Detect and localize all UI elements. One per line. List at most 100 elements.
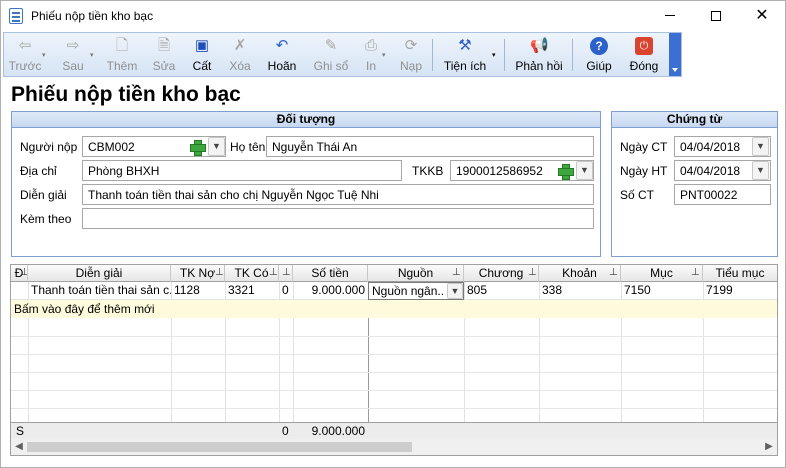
toolbar-separator bbox=[572, 39, 573, 71]
posting-date-dropdown[interactable]: ▼ bbox=[752, 161, 769, 180]
pin-icon[interactable]: ⊥ bbox=[528, 265, 537, 281]
toolbar-edit-label: Sửa bbox=[152, 59, 176, 73]
toolbar-utilities-button[interactable]: ⚒ Tiện ích ▾ bbox=[440, 33, 496, 76]
add-tkkb-icon[interactable] bbox=[556, 162, 574, 180]
column-header-amount[interactable]: Số tiền bbox=[293, 265, 368, 282]
column-header-blank[interactable]: ⊥ bbox=[279, 265, 293, 282]
grid-line bbox=[11, 372, 777, 373]
toolbar-help-button[interactable]: ? Giúp bbox=[582, 33, 616, 76]
pin-icon[interactable]: ⊥ bbox=[452, 265, 461, 281]
horizontal-scrollbar[interactable]: ◀ ▶ bbox=[11, 439, 777, 455]
voucher-number-field[interactable]: PNT00022 bbox=[674, 184, 771, 205]
minimize-button[interactable] bbox=[647, 1, 693, 31]
toolbar-undo-button[interactable]: ↶ Hoãn bbox=[262, 33, 302, 76]
cell-description[interactable]: Thanh toán tiền thai sản c... bbox=[28, 282, 171, 299]
column-header-d[interactable]: Đ ⊥ bbox=[11, 265, 28, 282]
chevron-down-icon[interactable]: ▾ bbox=[90, 51, 94, 59]
column-header-chapter[interactable]: Chương ⊥ bbox=[464, 265, 539, 282]
toolbar-delete-label: Xóa bbox=[229, 59, 251, 73]
tools-icon: ⚒ bbox=[458, 37, 472, 54]
table-row[interactable]: Thanh toán tiền thai sản c... 1128 3321 … bbox=[11, 282, 777, 300]
toolbar-feedback-button[interactable]: 📢 Phản hồi bbox=[512, 33, 566, 76]
column-header-chapter-label: Chương bbox=[478, 266, 524, 280]
toolbar-edit-button[interactable]: 🗎 Sửa bbox=[146, 33, 182, 76]
close-button[interactable]: ✕ bbox=[739, 1, 785, 31]
cell-tk-co[interactable]: 3321 bbox=[225, 282, 279, 299]
pin-icon[interactable]: ⊥ bbox=[215, 265, 224, 281]
toolbar-load-label: Nạp bbox=[399, 59, 422, 73]
toolbar-post-label: Ghi sổ bbox=[313, 59, 349, 73]
toolbar-overflow-button[interactable] bbox=[669, 33, 681, 76]
chevron-down-icon[interactable]: ▾ bbox=[382, 51, 386, 59]
cell-section[interactable]: 338 bbox=[539, 282, 621, 299]
toolbar-delete-button[interactable]: ✗ Xóa bbox=[222, 33, 258, 76]
scroll-left-icon[interactable]: ◀ bbox=[11, 439, 27, 455]
pin-icon[interactable]: ⊥ bbox=[20, 265, 27, 281]
full-name-label: Họ tên bbox=[230, 140, 266, 154]
toolbar-next-button[interactable]: ⇨ Sau ▾ bbox=[54, 33, 94, 76]
arrow-left-icon: ⇦ bbox=[18, 37, 32, 54]
pin-icon[interactable]: ⊥ bbox=[609, 265, 618, 281]
toolbar-help-label: Giúp bbox=[586, 59, 612, 73]
toolbar-prev-label: Trước bbox=[8, 59, 42, 73]
column-header-source[interactable]: Nguồn ⊥ bbox=[368, 265, 464, 282]
chevron-down-icon[interactable]: ▾ bbox=[42, 51, 46, 59]
cell-tk-no[interactable]: 1128 bbox=[171, 282, 225, 299]
megaphone-icon: 📢 bbox=[530, 37, 549, 54]
add-payer-icon[interactable] bbox=[188, 138, 206, 156]
scroll-right-icon[interactable]: ▶ bbox=[761, 439, 777, 455]
pin-icon[interactable]: ⊥ bbox=[269, 265, 278, 281]
chevron-down-icon[interactable]: ▾ bbox=[492, 51, 496, 59]
toolbar: ⇦ Trước ▾ ⇨ Sau ▾ 🗋 Thêm 🗎 Sửa ▣ Cất ✗ X… bbox=[3, 32, 682, 77]
address-field[interactable]: Phòng BHXH bbox=[82, 160, 402, 181]
edit-document-icon: 🗎 bbox=[157, 37, 171, 54]
toolbar-feedback-label: Phản hồi bbox=[515, 59, 563, 73]
column-header-item[interactable]: Mục ⊥ bbox=[621, 265, 703, 282]
column-header-sub-item[interactable]: Tiểu mục bbox=[703, 265, 777, 282]
payer-dropdown-button[interactable]: ▼ bbox=[208, 137, 225, 156]
scrollbar-thumb[interactable] bbox=[27, 442, 412, 452]
toolbar-add-button[interactable]: 🗋 Thêm bbox=[102, 33, 142, 76]
toolbar-prev-button[interactable]: ⇦ Trước ▾ bbox=[6, 33, 46, 76]
description-field[interactable]: Thanh toán tiền thai sản cho chị Nguyễn … bbox=[82, 184, 594, 205]
pin-icon[interactable]: ⊥ bbox=[282, 265, 291, 281]
delete-document-icon: ✗ bbox=[233, 37, 247, 54]
toolbar-post-button[interactable]: ✎ Ghi sổ bbox=[310, 33, 352, 76]
voucher-number-label: Số CT bbox=[620, 188, 655, 202]
full-name-field[interactable]: Nguyễn Thái An bbox=[266, 136, 594, 157]
address-value: Phòng BHXH bbox=[88, 164, 160, 178]
cell-chapter[interactable]: 805 bbox=[464, 282, 539, 299]
tkkb-dropdown-button[interactable]: ▼ bbox=[576, 161, 593, 180]
toolbar-print-button[interactable]: ⎙ In ▾ bbox=[356, 33, 386, 76]
toolbar-separator bbox=[504, 39, 505, 71]
page-title: Phiếu nộp tiền kho bạc bbox=[11, 83, 241, 106]
new-row[interactable]: Bấm vào đây để thêm mới bbox=[11, 300, 777, 318]
toolbar-utilities-label: Tiện ích bbox=[443, 59, 487, 73]
reload-icon: ⟳ bbox=[404, 37, 418, 54]
attachment-field[interactable] bbox=[82, 208, 594, 229]
column-header-tk-no[interactable]: TK Nợ ⊥ bbox=[171, 265, 225, 282]
object-group-header: Đối tượng bbox=[12, 112, 600, 128]
cell-source-combo[interactable]: Nguồn ngân... ▼ bbox=[368, 282, 464, 300]
pin-icon[interactable]: ⊥ bbox=[691, 265, 700, 281]
grid-line bbox=[11, 390, 777, 391]
source-dropdown-button[interactable]: ▼ bbox=[447, 283, 463, 299]
toolbar-save-button[interactable]: ▣ Cất bbox=[184, 33, 220, 76]
column-header-section[interactable]: Khoản ⊥ bbox=[539, 265, 621, 282]
cell-source: Nguồn ngân... bbox=[372, 284, 445, 298]
maximize-button[interactable] bbox=[693, 1, 739, 31]
column-header-description[interactable]: Diễn giải bbox=[28, 265, 171, 282]
column-header-tk-co[interactable]: TK Có ⊥ bbox=[225, 265, 279, 282]
toolbar-close-button[interactable]: ⏻ Đóng bbox=[624, 33, 664, 76]
new-row-hint[interactable]: Bấm vào đây để thêm mới bbox=[11, 301, 158, 318]
footer-amount-total: 9.000.000 bbox=[311, 424, 365, 438]
cell-item[interactable]: 7150 bbox=[621, 282, 703, 299]
voucher-date-dropdown[interactable]: ▼ bbox=[752, 137, 769, 156]
cell-sub-item[interactable]: 7199 bbox=[703, 282, 777, 299]
description-value: Thanh toán tiền thai sản cho chị Nguyễn … bbox=[88, 188, 379, 202]
toolbar-print-label: In bbox=[365, 59, 376, 73]
cell-blank[interactable]: 0 bbox=[279, 282, 293, 299]
add-document-icon: 🗋 bbox=[115, 37, 129, 54]
toolbar-load-button[interactable]: ⟳ Nạp bbox=[394, 33, 428, 76]
cell-amount[interactable]: 9.000.000 bbox=[293, 282, 368, 299]
